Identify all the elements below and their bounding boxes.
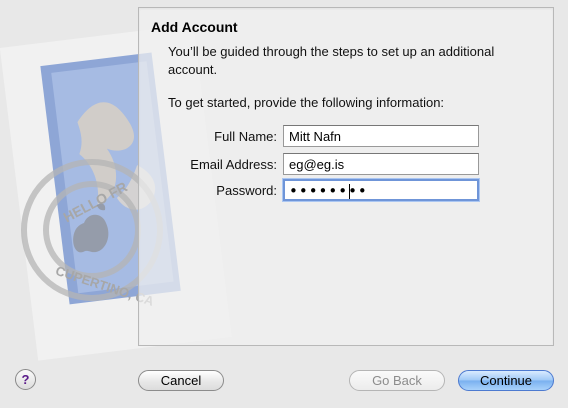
go-back-button[interactable]: Go Back	[349, 370, 445, 391]
help-button[interactable]: ?	[15, 369, 36, 390]
add-account-panel: Add Account You’ll be guided through the…	[138, 7, 554, 346]
password-label: Password:	[216, 183, 277, 198]
full-name-label: Full Name:	[214, 129, 277, 144]
page-title: Add Account	[151, 19, 238, 35]
instructions-text: To get started, provide the following in…	[168, 95, 445, 110]
full-name-field[interactable]	[283, 125, 479, 147]
help-icon: ?	[21, 372, 30, 387]
email-row: Email Address:	[139, 153, 553, 177]
password-row: Password: ••••••••	[139, 179, 553, 203]
email-address-field[interactable]	[283, 153, 479, 175]
continue-button[interactable]: Continue	[458, 370, 554, 391]
full-name-row: Full Name:	[139, 125, 553, 149]
email-address-label: Email Address:	[190, 157, 277, 172]
text-caret	[349, 184, 350, 199]
cancel-button[interactable]: Cancel	[138, 370, 224, 391]
intro-text: You’ll be guided through the steps to se…	[168, 44, 495, 77]
password-field[interactable]: ••••••••	[283, 179, 479, 201]
password-mask: ••••••••	[289, 182, 368, 200]
